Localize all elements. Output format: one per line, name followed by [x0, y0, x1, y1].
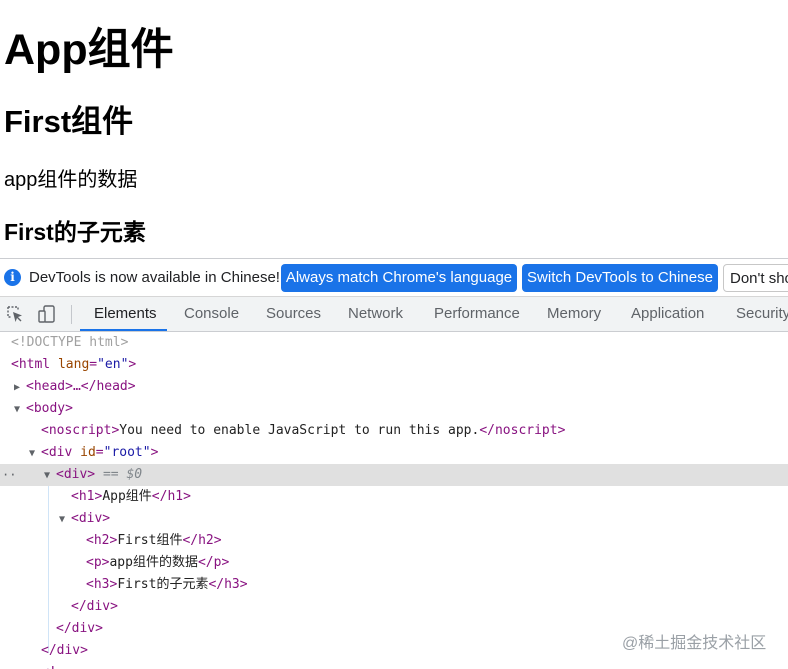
page-heading-h1: App组件	[4, 26, 174, 74]
elements-tree: <!DOCTYPE html> <html lang="en"> ▶ <head>…	[0, 332, 788, 669]
h1-open-tag: <h1>	[71, 489, 103, 504]
tree-row-h2[interactable]: <h2>First组件</h2>	[0, 530, 788, 552]
page-heading-h3: First的子元素	[4, 219, 146, 245]
div-root-eq: =	[95, 445, 104, 460]
expand-triangle-icon[interactable]: ▶	[14, 377, 26, 399]
tree-row-inner-div-close[interactable]: </div>	[0, 596, 788, 618]
tab-sources[interactable]: Sources	[266, 297, 321, 331]
selected-marker: == $0	[102, 467, 143, 482]
p-open-tag: <p>	[86, 555, 110, 570]
h2-open-tag: <h2>	[86, 533, 118, 548]
html-tag: <html	[11, 357, 51, 372]
tree-row-h1[interactable]: <h1>App组件</h1>	[0, 486, 788, 508]
device-toolbar-icon[interactable]	[37, 304, 57, 324]
div-root-close-tag: </div>	[41, 643, 88, 658]
collapse-triangle-icon[interactable]: ▼	[59, 509, 71, 531]
tree-row-div-root[interactable]: ▼ <div id="root">	[0, 442, 788, 464]
tab-application[interactable]: Application	[631, 297, 704, 331]
tree-row-inner-div[interactable]: ▼ <div>	[0, 508, 788, 530]
div-close-tag: </div>	[56, 621, 103, 636]
page-heading-h2: First组件	[4, 104, 134, 139]
head-tag: <head>…</head>	[26, 379, 136, 394]
page-paragraph: app组件的数据	[4, 169, 138, 191]
p-text: app组件的数据	[109, 555, 198, 570]
tab-security[interactable]: Security	[736, 297, 788, 331]
inner-div-tag: <div>	[71, 511, 111, 526]
collapse-triangle-icon[interactable]: ▼	[29, 443, 41, 465]
id-attr: id	[80, 445, 96, 460]
h2-close-tag: </h2>	[182, 533, 222, 548]
collapse-triangle-icon[interactable]: ▼	[14, 399, 26, 421]
doctype-text: <!DOCTYPE html>	[11, 335, 129, 350]
p-close-tag: </p>	[197, 555, 230, 570]
active-tab-indicator	[80, 329, 167, 331]
h3-open-tag: <h3>	[86, 577, 118, 592]
h3-text: First的子元素	[117, 577, 209, 592]
dont-show-again-button[interactable]: Don't show again	[723, 264, 788, 292]
h1-text: App组件	[102, 489, 152, 504]
tree-row-html[interactable]: <html lang="en">	[0, 354, 788, 376]
body-tag: <body>	[26, 401, 73, 416]
inner-div-close-tag: </div>	[71, 599, 118, 614]
tree-row-div-selected[interactable]: ·· ▼ <div> == $0	[0, 464, 788, 486]
div-tag: <div>	[56, 467, 96, 482]
tree-row-noscript[interactable]: <noscript>You need to enable JavaScript …	[0, 420, 788, 442]
noscript-text: You need to enable JavaScript to run thi…	[119, 423, 480, 438]
tab-network[interactable]: Network	[348, 297, 403, 331]
watermark: @稀土掘金技术社区	[622, 635, 767, 652]
tab-console[interactable]: Console	[184, 297, 239, 331]
h3-close-tag: </h3>	[208, 577, 248, 592]
infobar-message: DevTools is now available in Chinese!	[29, 269, 280, 286]
inspect-element-icon[interactable]	[5, 304, 25, 324]
rendered-page: App组件 First组件 app组件的数据 First的子元素	[0, 0, 788, 258]
devtools-panel: i DevTools is now available in Chinese! …	[0, 258, 788, 669]
id-value: "root"	[103, 445, 151, 460]
lang-value: "en"	[97, 357, 129, 372]
toolbar-separator	[71, 305, 72, 324]
tree-row-body[interactable]: ▼ <body>	[0, 398, 788, 420]
collapse-triangle-icon[interactable]: ▼	[44, 465, 56, 487]
tab-memory[interactable]: Memory	[547, 297, 601, 331]
tab-performance[interactable]: Performance	[434, 297, 520, 331]
tree-row-partial[interactable]: <!	[0, 662, 788, 669]
lang-attr: lang	[57, 357, 90, 372]
html-close-bracket: >	[128, 357, 137, 372]
language-infobar: i DevTools is now available in Chinese! …	[0, 259, 788, 297]
match-language-button[interactable]: Always match Chrome's language	[281, 264, 517, 292]
more-actions-icon[interactable]: ··	[2, 464, 16, 486]
h1-close-tag: </h1>	[151, 489, 191, 504]
div-root-tag: <div	[41, 445, 73, 460]
tree-row-doctype[interactable]: <!DOCTYPE html>	[0, 332, 788, 354]
switch-language-button[interactable]: Switch DevTools to Chinese	[522, 264, 718, 292]
noscript-close-tag: </noscript>	[479, 423, 566, 438]
devtools-tabbar: Elements Console Sources Network Perform…	[0, 297, 788, 332]
tree-row-h3[interactable]: <h3>First的子元素</h3>	[0, 574, 788, 596]
tree-row-head[interactable]: ▶ <head>…</head>	[0, 376, 788, 398]
partial-tag: <!	[41, 665, 57, 669]
html-eq: =	[89, 357, 98, 372]
tree-row-p[interactable]: <p>app组件的数据</p>	[0, 552, 788, 574]
tab-elements[interactable]: Elements	[94, 297, 157, 331]
noscript-open-tag: <noscript>	[41, 423, 120, 438]
info-icon: i	[4, 269, 21, 286]
div-root-close-bracket: >	[150, 445, 159, 460]
h2-text: First组件	[117, 533, 183, 548]
